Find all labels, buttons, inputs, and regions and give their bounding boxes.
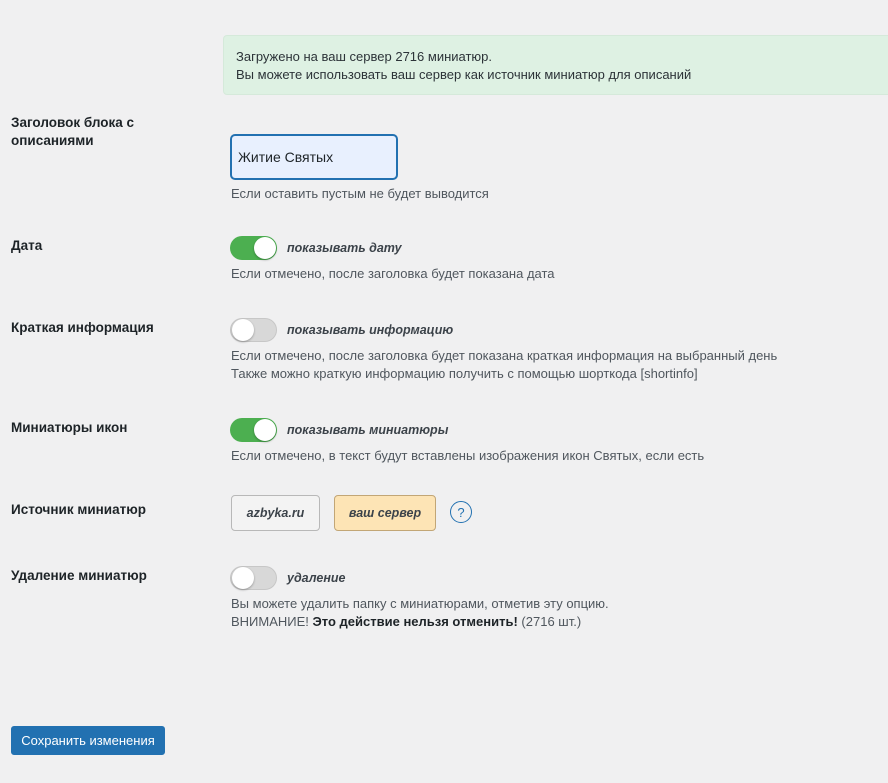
thumb-delete-label: Удаление миниатюр (11, 568, 147, 583)
toggle-knob (254, 237, 276, 259)
block-title-label: Заголовок блока с описаниями (11, 114, 191, 150)
warning-suffix: (2716 шт.) (521, 614, 582, 629)
block-title-label-line-2: описаниями (11, 133, 94, 148)
notice-line-2: Вы можете использовать ваш сервер как ис… (236, 67, 692, 82)
thumb-delete-description: Вы можете удалить папку с миниатюрами, о… (231, 595, 609, 631)
notice-line-1: Загружено на ваш сервер 2716 миниатюр. (236, 49, 493, 64)
short-info-label: Краткая информация (11, 320, 154, 335)
icon-thumbs-label: Миниатюры икон (11, 420, 128, 435)
block-title-description: Если оставить пустым не будет выводится (231, 186, 489, 201)
date-toggle[interactable] (230, 236, 277, 260)
icon-thumbs-toggle[interactable] (230, 418, 277, 442)
toggle-knob (232, 567, 254, 589)
toggle-knob (232, 319, 254, 341)
short-info-description-line-2: Также можно краткую информацию получить … (231, 366, 698, 381)
short-info-toggle-label: показывать информацию (287, 323, 454, 337)
short-info-toggle[interactable] (230, 318, 277, 342)
date-toggle-label: показывать дату (287, 241, 402, 255)
icon-thumbs-description: Если отмечено, в текст будут вставлены и… (231, 448, 705, 463)
source-server-button[interactable]: ваш сервер (334, 495, 436, 531)
icon-thumbs-toggle-label: показывать миниатюры (287, 423, 449, 437)
date-label: Дата (11, 238, 43, 253)
short-info-description: Если отмечено, после заголовка будет пок… (231, 347, 777, 383)
warning-prefix: ВНИМАНИЕ! (231, 614, 309, 629)
thumb-delete-toggle-label: удаление (287, 571, 346, 585)
thumb-delete-description-line-1: Вы можете удалить папку с миниатюрами, о… (231, 596, 609, 611)
date-description: Если отмечено, после заголовка будет пок… (231, 266, 555, 281)
toggle-knob (254, 419, 276, 441)
short-info-description-line-1: Если отмечено, после заголовка будет пок… (231, 348, 778, 363)
thumb-source-label: Источник миниатюр (11, 502, 146, 517)
thumb-delete-warning: ВНИМАНИЕ! Это действие нельзя отменить! … (231, 613, 609, 631)
help-icon[interactable]: ? (450, 501, 472, 523)
save-changes-button[interactable]: Сохранить изменения (11, 726, 165, 755)
block-title-input[interactable] (231, 135, 397, 179)
source-azbyka-button[interactable]: azbyka.ru (231, 495, 320, 531)
thumb-delete-toggle[interactable] (230, 566, 277, 590)
block-title-label-line-1: Заголовок блока с (11, 115, 135, 130)
warning-bold: Это действие нельзя отменить! (312, 614, 518, 629)
success-notice: Загружено на ваш сервер 2716 миниатюр. В… (223, 35, 888, 95)
